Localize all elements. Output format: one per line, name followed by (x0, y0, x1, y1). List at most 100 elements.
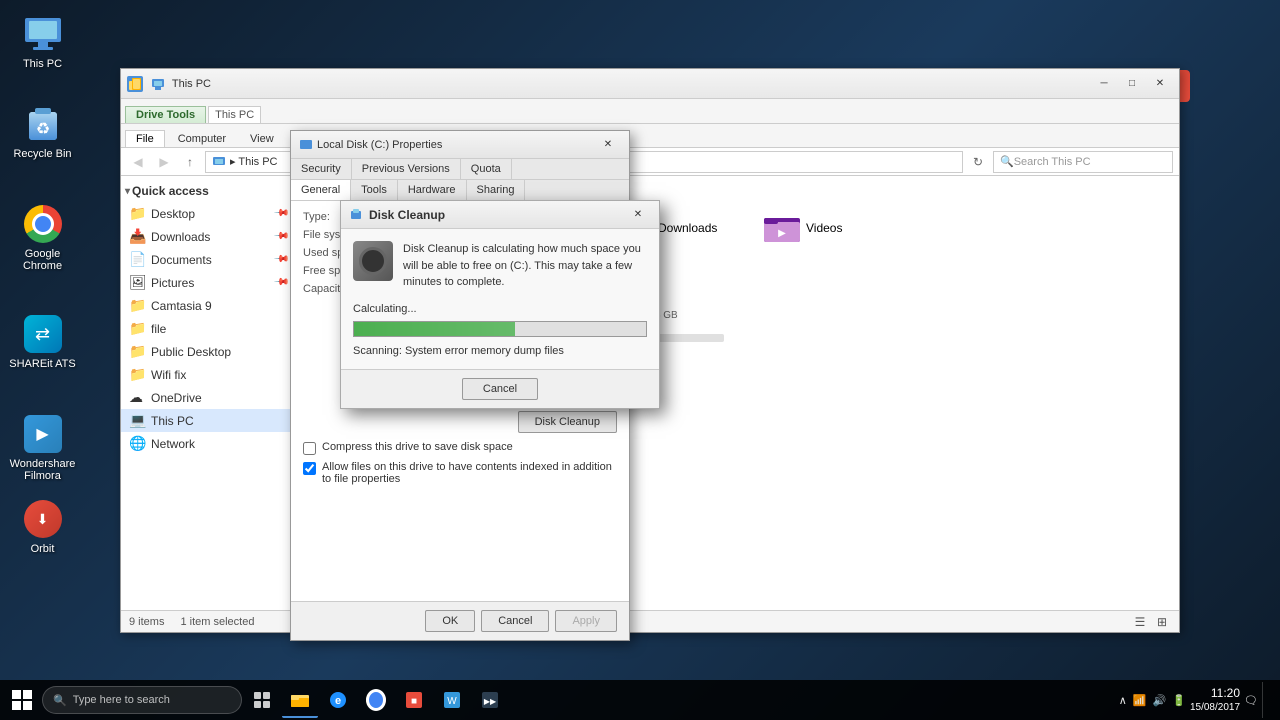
sidebar-quick-access-label: Quick access (132, 184, 209, 198)
taskbar-search[interactable]: 🔍 Type here to search (42, 686, 242, 714)
minimize-button[interactable]: ─ (1091, 75, 1117, 93)
taskbar-file-explorer[interactable] (282, 682, 318, 718)
svg-text:▶▶: ▶▶ (484, 697, 497, 706)
props-tab-hardware[interactable]: Hardware (398, 180, 467, 200)
system-clock[interactable]: 11:20 15/08/2017 (1190, 686, 1240, 715)
disk-cleanup-button[interactable]: Disk Cleanup (518, 411, 617, 433)
desktop-icon-this-pc[interactable]: This PC (5, 10, 80, 74)
item-count: 9 items (129, 616, 164, 628)
selected-count: 1 item selected (180, 616, 254, 628)
cleanup-header: Disk Cleanup is calculating how much spa… (353, 241, 647, 291)
sidebar: Quick access 📁 Desktop 📌 📥 Downloads 📌 📄… (121, 176, 296, 610)
cleanup-cancel-button[interactable]: Cancel (462, 378, 538, 400)
orbit-icon: ⬇ (23, 499, 63, 539)
tab-file[interactable]: File (125, 130, 165, 147)
desktop-icon-label: This PC (23, 58, 62, 70)
props-ok-button[interactable]: OK (425, 610, 475, 632)
tray-sound-icon: 🔊 (1153, 694, 1167, 707)
documents-folder-icon: 📄 (129, 251, 147, 268)
sidebar-item-wifi-fix[interactable]: 📁 Wifi fix (121, 363, 295, 386)
props-tab-previous[interactable]: Previous Versions (352, 159, 461, 179)
sidebar-label: Desktop (151, 207, 195, 221)
sidebar-label: Network (151, 437, 195, 451)
monitor-icon (23, 14, 63, 54)
sidebar-label: OneDrive (151, 391, 202, 405)
tab-view[interactable]: View (239, 130, 285, 147)
properties-close-button[interactable]: ✕ (595, 136, 621, 154)
props-tab-tools[interactable]: Tools (351, 180, 398, 200)
cleanup-button-row: Cancel (341, 369, 659, 408)
index-label: Allow files on this drive to have conten… (322, 461, 617, 485)
sidebar-label: This PC (151, 414, 194, 428)
desktop-icon-wondershare[interactable]: ▶ WondershareFilmora (5, 410, 80, 486)
back-button[interactable]: ◀ (127, 151, 149, 173)
cleanup-progress-bar (353, 321, 647, 337)
taskbar-right: ∧ 📶 🔊 🔋 11:20 15/08/2017 🗨 (1119, 682, 1276, 718)
desktop-icon-recycle-bin[interactable]: ♻ Recycle Bin (5, 100, 80, 164)
compress-label: Compress this drive to save disk space (322, 441, 513, 453)
window-controls: ─ □ ✕ (1091, 75, 1173, 93)
close-button[interactable]: ✕ (1147, 75, 1173, 93)
props-tab-security[interactable]: Security (291, 159, 352, 179)
cleanup-content: Disk Cleanup is calculating how much spa… (341, 229, 659, 369)
notification-icon[interactable]: 🗨 (1244, 694, 1258, 707)
compress-checkbox[interactable] (303, 442, 316, 455)
sidebar-label: Documents (151, 253, 212, 267)
taskbar-blue-app[interactable]: W (434, 682, 470, 718)
windows-logo (12, 690, 32, 710)
taskbar-task-view[interactable] (244, 682, 280, 718)
tray-network-icon: 📶 (1133, 694, 1147, 707)
explorer-title-icon (127, 76, 143, 92)
cleanup-title-bar: Disk Cleanup ✕ (341, 201, 659, 229)
sidebar-item-desktop[interactable]: 📁 Desktop 📌 (121, 202, 295, 225)
start-button[interactable] (4, 682, 40, 718)
sidebar-item-network[interactable]: 🌐 Network (121, 432, 295, 455)
scanning-label: Scanning: System error memory dump files (353, 345, 647, 357)
sidebar-item-onedrive[interactable]: ☁ OneDrive (121, 386, 295, 409)
show-desktop-button[interactable] (1262, 682, 1268, 718)
maximize-button[interactable]: □ (1119, 75, 1145, 93)
sidebar-item-pictures[interactable]: 🖼 Pictures 📌 (121, 271, 295, 294)
search-box[interactable]: 🔍 Search This PC (993, 151, 1173, 173)
folder-videos[interactable]: ▶ Videos (756, 208, 896, 248)
tray-arrow[interactable]: ∧ (1119, 694, 1127, 707)
props-apply-button[interactable]: Apply (555, 610, 617, 632)
sidebar-item-this-pc[interactable]: 💻 This PC (121, 409, 295, 432)
taskbar-chrome[interactable] (358, 682, 394, 718)
sidebar-item-file[interactable]: 📁 file (121, 317, 295, 340)
explorer-title-text: This PC (147, 77, 1087, 91)
pin-icon: 📌 (272, 205, 289, 222)
taskbar-search-placeholder: Type here to search (73, 694, 170, 706)
desktop-icon-shareit[interactable]: ⇄ SHAREit ATS (5, 310, 80, 374)
tab-computer[interactable]: Computer (167, 130, 237, 147)
desktop-icon-orbit[interactable]: ⬇ Orbit (5, 495, 80, 559)
index-checkbox-row: Allow files on this drive to have conten… (303, 461, 617, 485)
up-button[interactable]: ↑ (179, 151, 201, 173)
forward-button[interactable]: ▶ (153, 151, 175, 173)
cleanup-close-button[interactable]: ✕ (625, 206, 651, 224)
desktop-icon-chrome[interactable]: GoogleChrome (5, 200, 80, 276)
svg-text:e: e (335, 695, 341, 707)
sidebar-item-public-desktop[interactable]: 📁 Public Desktop (121, 340, 295, 363)
tab-drive-tools[interactable]: Drive Tools (125, 106, 206, 123)
sidebar-item-camtasia[interactable]: 📁 Camtasia 9 (121, 294, 295, 317)
sidebar-section-quick-access[interactable]: Quick access (121, 180, 295, 202)
view-details-button[interactable]: ☰ (1131, 613, 1149, 631)
desktop-icon-label: WondershareFilmora (10, 458, 76, 482)
sidebar-item-documents[interactable]: 📄 Documents 📌 (121, 248, 295, 271)
index-checkbox[interactable] (303, 462, 316, 475)
address-bar: ◀ ▶ ↑ ▸ This PC ↻ 🔍 Search This PC (121, 148, 1179, 176)
props-tab-quota[interactable]: Quota (461, 159, 512, 179)
props-tab-sharing[interactable]: Sharing (467, 180, 526, 200)
props-cancel-button[interactable]: Cancel (481, 610, 549, 632)
taskbar-edge[interactable]: e (320, 682, 356, 718)
view-tiles-button[interactable]: ⊞ (1153, 613, 1171, 631)
sidebar-item-downloads[interactable]: 📥 Downloads 📌 (121, 225, 295, 248)
refresh-button[interactable]: ↻ (967, 151, 989, 173)
props-tab-general[interactable]: General (291, 180, 351, 200)
taskbar-red-app[interactable]: ■ (396, 682, 432, 718)
sidebar-label: Wifi fix (151, 368, 186, 382)
explorer-title-bar: This PC ─ □ ✕ (121, 69, 1179, 99)
taskbar-dark-app[interactable]: ▶▶ (472, 682, 508, 718)
downloads-folder-icon: 📥 (129, 228, 147, 245)
